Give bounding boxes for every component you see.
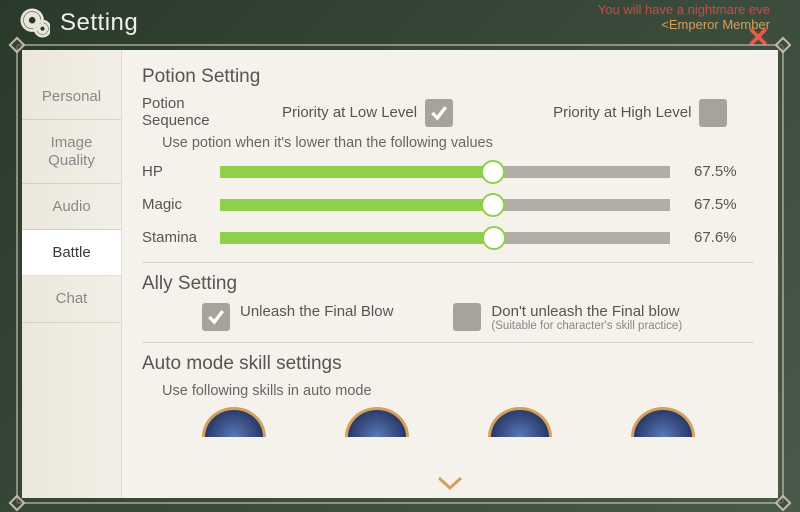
- slider-thumb[interactable]: [481, 193, 505, 217]
- slider-value: 67.6%: [694, 229, 754, 246]
- slider-track[interactable]: [220, 199, 670, 211]
- ally-section-title: Ally Setting: [142, 273, 754, 295]
- priority-low-checkbox[interactable]: [425, 99, 453, 127]
- slider-row-magic: Magic 67.5%: [142, 196, 754, 213]
- auto-hint: Use following skills in auto mode: [162, 383, 754, 399]
- tab-battle[interactable]: Battle: [22, 230, 121, 276]
- header-notices: You will have a nightmare eve <Emperor M…: [598, 2, 770, 32]
- skill-slot-1[interactable]: [202, 407, 266, 437]
- skill-slot-4[interactable]: [631, 407, 695, 437]
- tab-image-quality[interactable]: Image Quality: [22, 120, 121, 184]
- dont-unleash-checkbox[interactable]: [453, 303, 481, 331]
- skill-slot-3[interactable]: [488, 407, 552, 437]
- gear-icon: [20, 8, 50, 38]
- potion-section-title: Potion Setting: [142, 66, 754, 88]
- threshold-hint: Use potion when it's lower than the foll…: [162, 135, 754, 151]
- header-bar: Setting You will have a nightmare eve <E…: [0, 0, 800, 42]
- priority-high-checkbox[interactable]: [699, 99, 727, 127]
- auto-section-title: Auto mode skill settings: [142, 353, 754, 375]
- dont-unleash-sub: (Suitable for character's skill practice…: [491, 320, 682, 332]
- page-title: Setting: [60, 9, 138, 37]
- slider-thumb[interactable]: [481, 160, 505, 184]
- unleash-checkbox[interactable]: [202, 303, 230, 331]
- priority-low-label: Priority at Low Level: [282, 104, 417, 121]
- slider-label: HP: [142, 163, 220, 180]
- slider-track[interactable]: [220, 232, 670, 244]
- sequence-label: Potion Sequence: [142, 96, 252, 129]
- slider-label: Magic: [142, 196, 220, 213]
- skill-slot-2[interactable]: [345, 407, 409, 437]
- slider-row-hp: HP 67.5%: [142, 163, 754, 180]
- tab-personal[interactable]: Personal: [22, 74, 121, 120]
- scroll-down-icon[interactable]: [437, 476, 463, 497]
- tab-chat[interactable]: Chat: [22, 276, 121, 322]
- notice-text: You will have a nightmare eve: [598, 2, 770, 17]
- dont-unleash-label: Don't unleash the Final blow: [491, 303, 679, 320]
- priority-high-label: Priority at High Level: [553, 104, 691, 121]
- panel-frame: Personal Image Quality Audio Battle Chat…: [16, 44, 784, 504]
- slider-label: Stamina: [142, 229, 220, 246]
- slider-thumb[interactable]: [482, 226, 506, 250]
- tab-audio[interactable]: Audio: [22, 184, 121, 230]
- slider-value: 67.5%: [694, 163, 754, 180]
- slider-value: 67.5%: [694, 196, 754, 213]
- slider-row-stamina: Stamina 67.6%: [142, 229, 754, 246]
- content-area: Potion Setting Potion Sequence Priority …: [122, 50, 778, 498]
- sidebar: Personal Image Quality Audio Battle Chat: [22, 50, 122, 498]
- unleash-label: Unleash the Final Blow: [240, 303, 393, 320]
- slider-track[interactable]: [220, 166, 670, 178]
- member-tag: <Emperor Member: [598, 17, 770, 32]
